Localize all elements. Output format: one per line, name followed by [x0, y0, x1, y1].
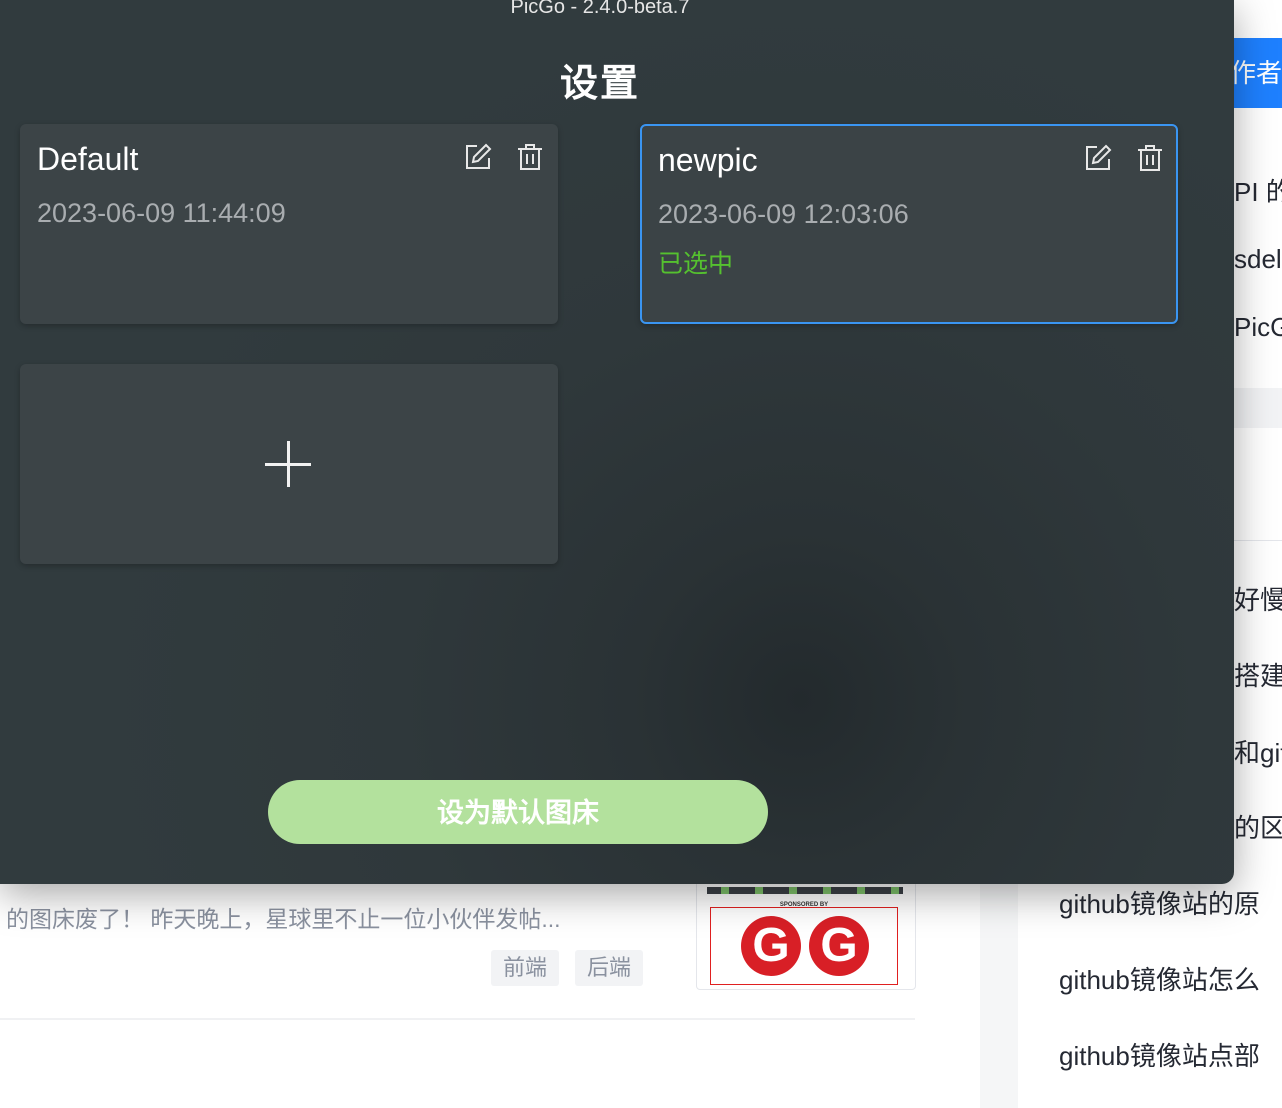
- config-name: Default: [37, 141, 139, 177]
- config-date: 2023-06-09 11:44:09: [37, 198, 286, 228]
- sidebar-row[interactable]: 搭建: [1234, 656, 1282, 693]
- sidebar-row[interactable]: 好慢: [1234, 580, 1282, 617]
- thumbnail-frame: SPONSORED BY G G: [710, 902, 898, 985]
- sidebar-row[interactable]: 的区: [1234, 808, 1282, 845]
- sidebar-band: [1234, 388, 1282, 428]
- thumbnail-badge-strip: [707, 887, 903, 894]
- config-name: newpic: [658, 142, 758, 178]
- config-date: 2023-06-09 12:03:06: [658, 199, 909, 229]
- sidebar-divider: [1234, 540, 1282, 541]
- sidebar-row[interactable]: 和git: [1234, 733, 1282, 770]
- plus-icon: [265, 441, 311, 487]
- picgo-window: PicGo - 2.4.0-beta.7 设置 Default 2023-06-…: [0, 0, 1234, 884]
- sidebar-row[interactable]: PicG: [1234, 312, 1282, 343]
- add-config-card[interactable]: [20, 364, 558, 564]
- related-link[interactable]: github镜像站的原: [1059, 884, 1260, 921]
- sponsor-label: SPONSORED BY: [779, 902, 829, 908]
- tag-frontend[interactable]: 前端: [491, 950, 560, 986]
- set-default-button[interactable]: 设为默认图床: [268, 780, 768, 844]
- tag-backend[interactable]: 后端: [575, 950, 644, 986]
- related-link[interactable]: github镜像站点部: [1059, 1036, 1260, 1073]
- delete-icon[interactable]: [1136, 144, 1164, 172]
- page-title: 设置: [559, 63, 640, 105]
- edit-icon[interactable]: [464, 143, 492, 171]
- sidebar-row[interactable]: PI 的: [1234, 172, 1282, 209]
- related-link[interactable]: github镜像站怎么: [1059, 960, 1260, 997]
- article-snippet[interactable]: 的图床废了！ 昨天晚上，星球里不止一位小伙伴发帖...: [6, 900, 561, 934]
- delete-icon[interactable]: [516, 143, 544, 171]
- edit-icon[interactable]: [1084, 144, 1112, 172]
- sidebar-row[interactable]: sdeli: [1234, 244, 1282, 275]
- selected-status: 已选中: [658, 250, 734, 278]
- list-divider: [0, 1018, 915, 1020]
- window-title: PicGo - 2.4.0-beta.7: [510, 0, 690, 18]
- gg-logo-right: G: [809, 916, 869, 976]
- article-thumbnail[interactable]: SPONSORED BY G G: [696, 880, 916, 990]
- config-card-default[interactable]: Default 2023-06-09 11:44:09: [20, 124, 558, 324]
- gg-logo-left: G: [741, 916, 801, 976]
- config-card-newpic[interactable]: newpic 2023-06-09 12:03:06 已选中: [640, 124, 1178, 324]
